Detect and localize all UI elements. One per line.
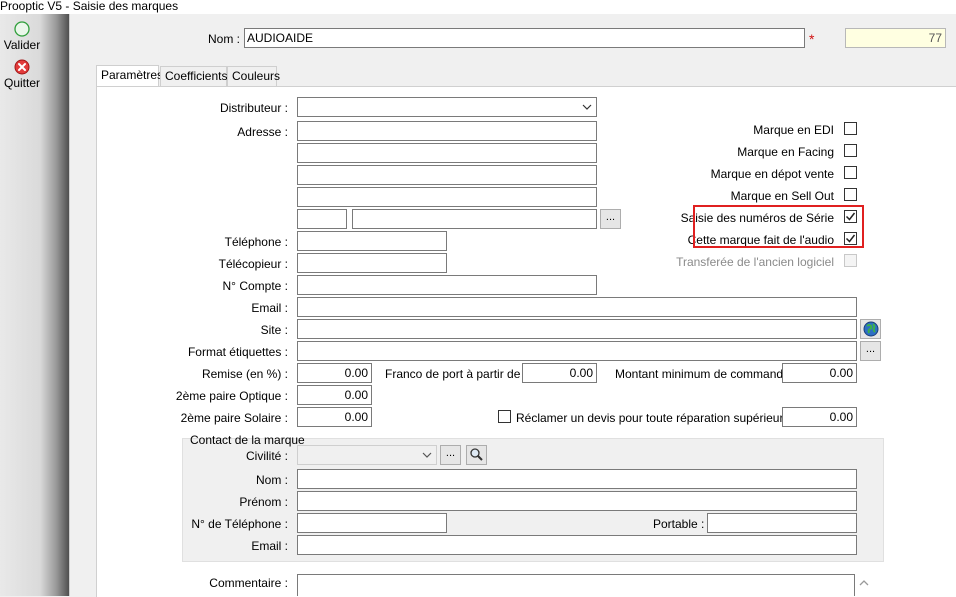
city-input[interactable] xyxy=(352,209,597,229)
depot-label: Marque en dépot vente xyxy=(710,167,834,181)
devis-label: Réclamer un devis pour toute réparation … xyxy=(516,411,807,425)
civilite-lookup-button[interactable]: ... xyxy=(440,445,461,465)
depot-checkbox[interactable] xyxy=(844,166,857,179)
close-circle-icon xyxy=(14,59,30,75)
window-title: Prooptic V5 - Saisie des marques xyxy=(0,0,956,14)
search-icon xyxy=(470,448,483,461)
fax-input[interactable] xyxy=(297,253,447,273)
adresse-label: Adresse : xyxy=(237,125,288,139)
address-line-4-input[interactable] xyxy=(297,187,597,207)
transfer-label: Transferée de l'ancien logiciel xyxy=(676,255,834,269)
facing-label: Marque en Facing xyxy=(737,145,834,159)
contact-group-label: Contact de la marque xyxy=(190,433,305,447)
quit-label: Quitter xyxy=(3,76,40,90)
highlight-box xyxy=(693,205,864,248)
distributeur-label: Distributeur : xyxy=(219,101,288,115)
devis-input[interactable]: 0.00 xyxy=(782,407,857,427)
address-line-1-input[interactable] xyxy=(297,121,597,141)
solaire-label: 2ème paire Solaire : xyxy=(180,411,288,425)
sellout-checkbox[interactable] xyxy=(844,188,857,201)
edi-checkbox[interactable] xyxy=(844,122,857,135)
telephone-input[interactable] xyxy=(297,231,447,251)
format-label: Format étiquettes : xyxy=(187,345,288,359)
facing-checkbox[interactable] xyxy=(844,144,857,157)
required-asterisk: * xyxy=(809,31,815,47)
remise-label: Remise (en %) : xyxy=(201,367,288,381)
edi-label: Marque en EDI xyxy=(753,123,834,137)
optique-input[interactable]: 0.00 xyxy=(297,385,372,405)
left-toolbar: Valider Quitter xyxy=(0,14,69,596)
email-label: Email : xyxy=(251,301,288,315)
contact-email-input[interactable] xyxy=(297,535,857,555)
account-number-input[interactable] xyxy=(297,275,597,295)
tab-couleurs[interactable]: Couleurs xyxy=(227,66,280,86)
devis-checkbox[interactable] xyxy=(498,410,511,423)
address-line-2-input[interactable] xyxy=(297,143,597,163)
scroll-up-icon[interactable] xyxy=(857,575,871,595)
telecopieur-label: Télécopieur : xyxy=(218,257,288,271)
franco-input[interactable]: 0.00 xyxy=(522,363,597,383)
site-label: Site : xyxy=(260,323,288,337)
contact-nom-label: Nom : xyxy=(255,473,288,487)
civilite-select[interactable] xyxy=(297,445,437,465)
circle-check-icon xyxy=(14,21,30,37)
address-line-3-input[interactable] xyxy=(297,165,597,185)
contact-tel-label: N° de Téléphone : xyxy=(191,517,288,531)
distributeur-select[interactable] xyxy=(297,97,597,117)
civilite-label: Civilité : xyxy=(245,449,288,463)
chevron-down-icon xyxy=(582,104,592,110)
contact-prenom-input[interactable] xyxy=(297,491,857,511)
montant-label: Montant minimum de commande : xyxy=(615,367,797,381)
city-lookup-button[interactable]: ... xyxy=(600,209,621,229)
validate-button[interactable]: Valider xyxy=(0,21,44,52)
transfer-checkbox xyxy=(844,254,857,267)
brand-id-field: 77 xyxy=(845,28,946,48)
civilite-search-button[interactable] xyxy=(466,445,487,465)
contact-prenom-label: Prénom : xyxy=(239,495,288,509)
solaire-input[interactable]: 0.00 xyxy=(297,407,372,427)
tab-coefficients[interactable]: Coefficients xyxy=(160,66,227,86)
optique-label: 2ème paire Optique : xyxy=(175,389,288,403)
open-website-button[interactable] xyxy=(860,319,881,339)
comment-textarea[interactable] xyxy=(297,574,855,596)
tab-parametres[interactable]: Paramètres xyxy=(96,65,163,86)
telephone-label: Téléphone : xyxy=(224,235,288,249)
name-label: Nom : xyxy=(207,32,240,46)
label-format-button[interactable]: ... xyxy=(860,341,881,361)
portable-label: Portable : xyxy=(653,517,705,531)
chevron-down-icon xyxy=(422,452,432,458)
globe-icon xyxy=(863,321,878,337)
compte-label: N° Compte : xyxy=(222,279,288,293)
brand-name-input[interactable]: AUDIOAIDE xyxy=(244,28,805,48)
email-input[interactable] xyxy=(297,297,857,317)
sellout-label: Marque en Sell Out xyxy=(730,189,834,203)
contact-email-label: Email : xyxy=(251,539,288,553)
franco-label: Franco de port à partir de : xyxy=(385,367,528,381)
portable-input[interactable] xyxy=(707,513,857,533)
comment-label: Commentaire : xyxy=(209,576,288,590)
validate-label: Valider xyxy=(3,38,41,52)
contact-nom-input[interactable] xyxy=(297,469,857,489)
postal-code-input[interactable] xyxy=(297,209,347,229)
label-format-input[interactable] xyxy=(297,341,857,361)
quit-button[interactable]: Quitter xyxy=(0,59,44,90)
contact-tel-input[interactable] xyxy=(297,513,447,533)
montant-input[interactable]: 0.00 xyxy=(782,363,857,383)
remise-input[interactable]: 0.00 xyxy=(297,363,372,383)
site-input[interactable] xyxy=(297,319,857,339)
